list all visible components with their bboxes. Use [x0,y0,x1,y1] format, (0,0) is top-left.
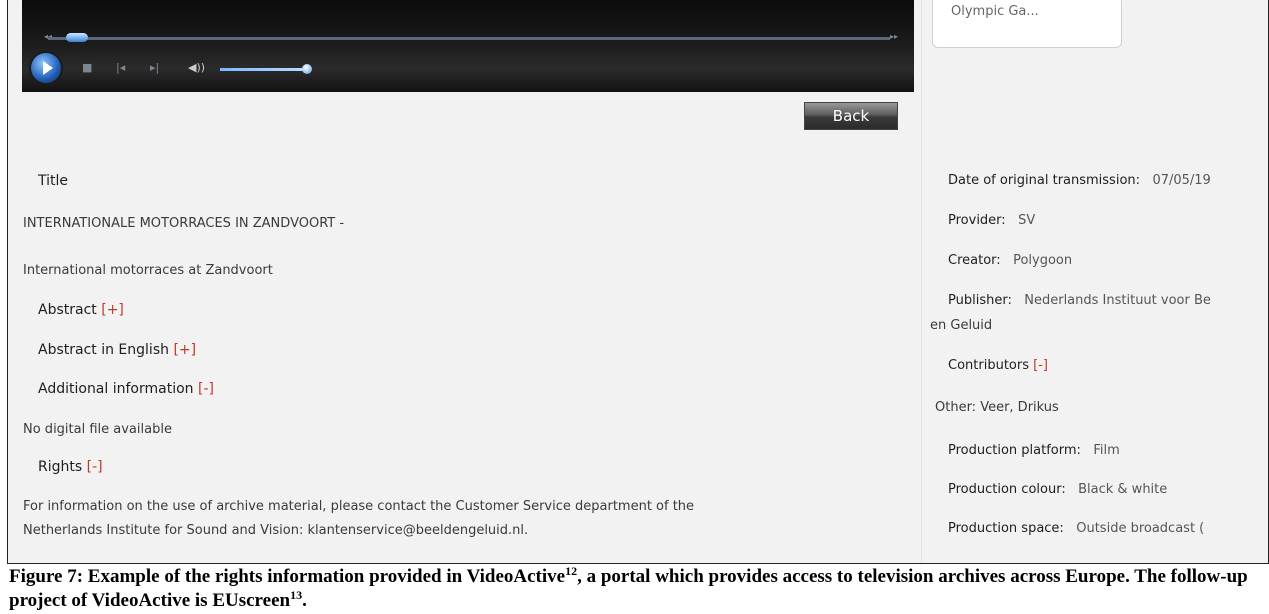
play-icon [43,61,53,75]
seek-bar[interactable] [48,37,890,40]
figure-caption: Figure 7: Example of the rights informat… [9,565,1265,613]
volume-thumb[interactable] [302,64,312,74]
contributors-label: Contributors [948,358,1029,373]
rights-toggle[interactable]: [-] [87,459,103,475]
seek-forward-hint: ▸▸ [890,32,899,41]
title-value: INTERNATIONALE MOTORRACES IN ZANDVOORT - [23,216,345,231]
date-row: Date of original transmission: 07/05/19 [948,173,1211,188]
contributors-section: Contributors [-] [948,358,1048,373]
provider-value: SV [1018,213,1036,228]
caption-footnote-12: 12 [565,564,578,578]
digital-file-status: No digital file available [23,422,172,437]
colour-value: Black & white [1078,482,1168,497]
additional-info-toggle[interactable]: [-] [198,381,214,397]
seek-thumb[interactable] [66,33,88,42]
back-button[interactable]: Back [804,102,898,130]
abstract-english-label: Abstract in English [38,342,169,358]
next-icon[interactable]: ▸| [150,60,159,76]
space-row: Production space: Outside broadcast ( [948,521,1204,536]
abstract-label: Abstract [38,302,97,318]
related-item-card[interactable]: Olympic Ga... [932,0,1122,48]
abstract-toggle[interactable]: [+] [101,302,124,318]
related-item-text: Olympic Ga... [951,4,1039,19]
volume-icon[interactable]: ◀)) [188,60,205,76]
media-player: ◂◂ ▸▸ ■ |◂ ▸| ◀)) [22,0,914,92]
additional-info-section: Additional information [-] [38,381,214,397]
previous-icon[interactable]: |◂ [116,60,125,76]
colour-row: Production colour: Black & white [948,482,1167,497]
column-divider [921,0,922,563]
space-value: Outside broadcast ( [1076,521,1205,536]
caption-part1: Figure 7: Example of the rights informat… [9,566,566,587]
contributors-toggle[interactable]: [-] [1033,358,1048,373]
creator-row: Creator: Polygoon [948,253,1072,268]
stop-icon[interactable]: ■ [82,60,92,76]
platform-value: Film [1093,443,1120,458]
screenshot-frame: ◂◂ ▸▸ ■ |◂ ▸| ◀)) Back Olympic Ga... Tit… [7,0,1269,564]
space-label: Production space: [948,521,1064,536]
abstract-section: Abstract [+] [38,302,124,318]
abstract-english-section: Abstract in English [+] [38,342,196,358]
volume-slider[interactable] [220,68,306,71]
caption-part3: . [302,590,307,611]
caption-footnote-13: 13 [290,588,303,602]
provider-label: Provider: [948,213,1006,228]
english-title: International motorraces at Zandvoort [23,263,273,278]
rights-label: Rights [38,459,83,475]
creator-label: Creator: [948,253,1001,268]
publisher-value-continued: en Geluid [930,318,993,333]
platform-row: Production platform: Film [948,443,1120,458]
rights-text-line1: For information on the use of archive ma… [23,499,695,514]
rights-text-line2: Netherlands Institute for Sound and Visi… [23,523,529,538]
other-contributor: Other: Veer, Drikus [935,400,1059,415]
publisher-row: Publisher: Nederlands Instituut voor Be [948,293,1211,308]
creator-value: Polygoon [1013,253,1073,268]
platform-label: Production platform: [948,443,1081,458]
additional-info-label: Additional information [38,381,194,397]
date-label: Date of original transmission: [948,173,1141,188]
publisher-value: Nederlands Instituut voor Be [1024,293,1211,308]
publisher-label: Publisher: [948,293,1012,308]
rights-section: Rights [-] [38,459,103,475]
colour-label: Production colour: [948,482,1066,497]
date-value: 07/05/19 [1152,173,1211,188]
abstract-english-toggle[interactable]: [+] [173,342,196,358]
title-heading: Title [38,173,69,189]
provider-row: Provider: SV [948,213,1035,228]
play-button[interactable] [31,53,61,83]
